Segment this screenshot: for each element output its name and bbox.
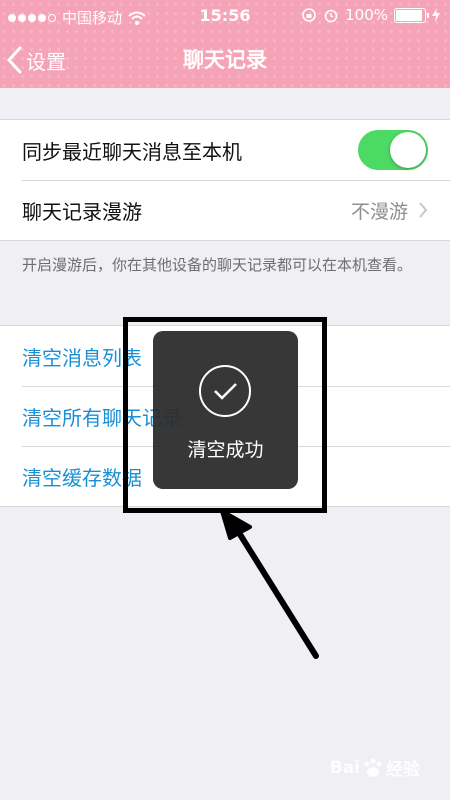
roaming-label: 聊天记录漫游 bbox=[22, 199, 142, 224]
watermark-text-right: 经验 bbox=[386, 760, 420, 780]
battery-percent: 100% bbox=[345, 6, 388, 24]
roaming-detail: 不漫游 bbox=[351, 180, 428, 240]
success-toast: 清空成功 bbox=[153, 331, 298, 489]
check-circle-icon bbox=[199, 365, 251, 417]
toast-message: 清空成功 bbox=[187, 439, 264, 461]
sync-label: 同步最近聊天消息至本机 bbox=[22, 139, 242, 164]
alarm-icon bbox=[324, 9, 338, 23]
sync-toggle[interactable] bbox=[358, 130, 428, 170]
page-title: 聊天记录 bbox=[183, 48, 267, 72]
rotation-lock-icon bbox=[302, 8, 316, 22]
paw-icon bbox=[364, 758, 382, 777]
clear-list-button[interactable]: 清空消息列表 bbox=[22, 342, 142, 371]
battery-icon bbox=[394, 7, 429, 23]
roaming-note: 开启漫游后，你在其他设备的聊天记录都可以在本机查看。 bbox=[22, 256, 413, 274]
sync-row: 同步最近聊天消息至本机 bbox=[0, 120, 450, 180]
status-right: 100% bbox=[301, 6, 440, 24]
chevron-right-icon bbox=[419, 202, 428, 218]
watermark: Bai 经验 bbox=[329, 755, 420, 781]
status-bar: 中国移动 15:56 100% bbox=[0, 0, 450, 34]
settings-group: 同步最近聊天消息至本机 聊天记录漫游 不漫游 bbox=[0, 119, 450, 241]
watermark-text-left: Bai bbox=[329, 757, 360, 778]
header-bar: 中国移动 15:56 100% 设置 聊天记录 bbox=[0, 0, 450, 88]
roaming-row[interactable]: 聊天记录漫游 不漫游 bbox=[0, 180, 450, 240]
clear-cache-button[interactable]: 清空缓存数据 bbox=[22, 462, 142, 491]
charging-icon bbox=[432, 8, 440, 22]
toggle-knob bbox=[390, 132, 426, 168]
roaming-value: 不漫游 bbox=[350, 200, 408, 223]
